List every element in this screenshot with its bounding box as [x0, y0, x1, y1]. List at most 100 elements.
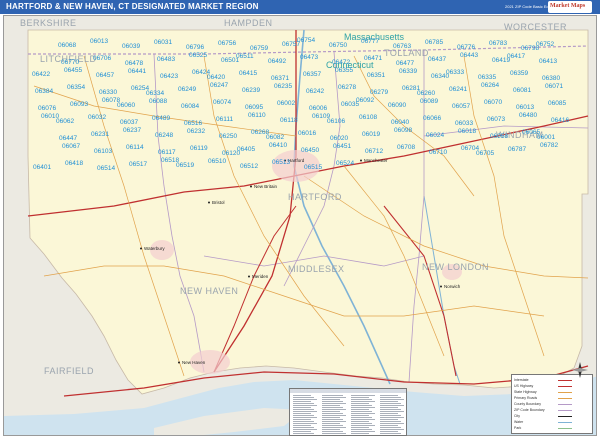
zip-code-label: 06359: [510, 70, 528, 77]
zip-index-entry: [293, 423, 317, 424]
zip-index-entry: [293, 397, 314, 398]
zip-code-label: 06090: [388, 102, 406, 109]
zip-code-label: 06058: [490, 133, 508, 140]
zip-code-label: 06514: [97, 165, 115, 172]
legend-item-label: Primary Roads: [514, 396, 538, 400]
city-dot: [140, 247, 142, 250]
legend-item: City: [514, 414, 572, 418]
zip-code-label: 06039: [122, 43, 140, 50]
zip-index-entry: [380, 413, 398, 414]
zip-index-entry: [380, 411, 404, 412]
map-header: HARTFORD & NEW HAVEN, CT DESIGNATED MARK…: [0, 0, 600, 14]
zip-code-label: 06032: [88, 114, 106, 121]
zip-code-label: 06447: [59, 135, 77, 142]
zip-code-label: 06415: [239, 70, 257, 77]
legend-swatch: [558, 398, 572, 399]
city-dot: [440, 285, 442, 288]
zip-code-label: 06279: [370, 89, 388, 96]
city-label: Meriden: [252, 274, 269, 279]
zip-index-entry: [380, 395, 398, 396]
region-label: HAMPDEN: [224, 18, 273, 28]
zip-code-label: 06264: [481, 82, 499, 89]
zip-code-label: 06037: [120, 119, 138, 126]
zip-index-entry: [293, 419, 311, 420]
zip-code-label: 06248: [155, 132, 173, 139]
zip-code-label: 06384: [35, 88, 53, 95]
zip-code-label: 06405: [237, 146, 255, 153]
city-dot: [178, 361, 180, 364]
zip-index-entry: [351, 417, 372, 418]
zip-code-label: 06040: [391, 119, 409, 126]
zip-code-label: 06357: [303, 71, 321, 78]
zip-code-label: 06401: [33, 164, 51, 171]
zip-index-entry: [380, 407, 398, 408]
zip-index-entry: [351, 419, 375, 420]
zip-index-entry: [380, 433, 401, 434]
zip-code-label: 06524: [336, 160, 354, 167]
zip-index-entry: [351, 401, 375, 402]
zip-index-entry: [380, 419, 398, 420]
zip-index-entry: [380, 417, 404, 418]
zip-code-label: 06081: [513, 87, 531, 94]
zip-index-entry: [322, 407, 343, 408]
legend-swatch: [558, 392, 572, 393]
city-label: New Haven: [182, 360, 206, 365]
zip-code-label: 06450: [301, 147, 319, 154]
city-label: Manchester: [364, 158, 388, 163]
zip-code-label: 06235: [274, 83, 292, 90]
zip-index-entry: [322, 427, 346, 428]
zip-index-entry: [351, 399, 372, 400]
zip-index-entry: [380, 415, 401, 416]
zip-code-label: 06247: [210, 82, 228, 89]
zip-index-entry: [293, 395, 311, 396]
zip-code-label: 06525: [189, 52, 207, 59]
zip-code-label: 06062: [56, 118, 74, 125]
zip-index-entry: [293, 403, 314, 404]
zip-code-label: 06070: [484, 99, 502, 106]
zip-index-entry: [322, 429, 340, 430]
zip-index-entry: [322, 399, 340, 400]
zip-code-label: 06519: [176, 162, 194, 169]
zip-code-label: 06260: [417, 90, 435, 97]
zip-code-label: 06705: [476, 150, 494, 157]
legend-item: ZIP Code Boundary: [514, 408, 572, 412]
zip-code-label: 06106: [327, 118, 345, 125]
zip-index-entry: [351, 405, 372, 406]
zip-index-entry: [293, 405, 317, 406]
zip-code-label: 06103: [94, 148, 112, 155]
zip-index-entry: [351, 397, 369, 398]
region-label: HARTFORD: [288, 192, 342, 202]
zip-code-label: 06422: [32, 71, 50, 78]
zip-index-entry: [322, 421, 346, 422]
zip-code-label: 06777: [361, 38, 379, 45]
zip-code-label: 06443: [460, 52, 478, 59]
zip-code-label: 06095: [245, 104, 263, 111]
zip-code-label: 06351: [367, 72, 385, 79]
region-label: FAIRFIELD: [44, 366, 94, 376]
zip-index-entry: [322, 411, 340, 412]
zip-code-label: 06796: [186, 44, 204, 51]
legend-item-label: City: [514, 414, 521, 418]
zip-index-entry: [351, 413, 375, 414]
zip-index-entry: [293, 399, 317, 400]
zip-code-label: 06071: [545, 83, 563, 90]
zip-code-label: 06119: [190, 145, 208, 152]
zip-code-label: 06489: [152, 115, 170, 122]
zip-code-label: 06084: [181, 103, 199, 110]
zip-index-entry: [322, 409, 346, 410]
zip-index-entry: [322, 415, 346, 416]
zip-code-label: 06231: [91, 131, 109, 138]
zip-code-label: 06512: [240, 163, 258, 170]
city-dot: [250, 185, 252, 188]
zip-index-entry: [351, 429, 372, 430]
zip-code-label: 06024: [426, 132, 444, 139]
brand-logo-text: Market Maps: [550, 3, 586, 9]
zip-code-label: 06067: [62, 143, 80, 150]
region-label: NEW LONDON: [422, 262, 489, 272]
zip-index-entry: [322, 403, 346, 404]
map-canvas[interactable]: BERKSHIRE HAMPDEN WORCESTER LITCHFIELD TOLLA…: [3, 15, 597, 436]
zip-code-label: 06006: [309, 105, 327, 112]
city-dot: [360, 159, 362, 162]
zip-code-label: 06068: [58, 42, 76, 49]
zip-index-entry: [293, 415, 314, 416]
